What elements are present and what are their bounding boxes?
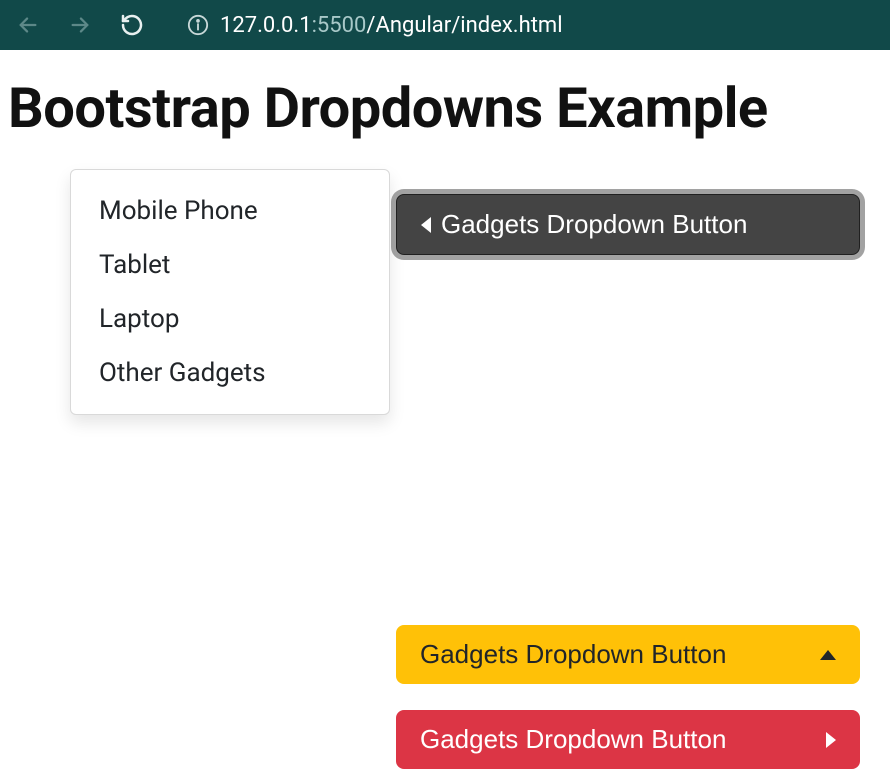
button-stack: Gadgets Dropdown Button Gadgets Dropdown… [396, 194, 860, 769]
caret-right-icon [826, 732, 836, 748]
dropdown-menu[interactable]: Mobile Phone Tablet Laptop Other Gadgets [70, 169, 390, 415]
gadgets-dropdown-dark-button[interactable]: Gadgets Dropdown Button [396, 194, 860, 255]
gadgets-dropdown-warning-button[interactable]: Gadgets Dropdown Button [396, 625, 860, 684]
url-port: :5500 [312, 13, 367, 38]
url-host: 127.0.0.1 [220, 13, 312, 38]
url-text: 127.0.0.1:5500/Angular/index.html [220, 13, 563, 38]
forward-button[interactable] [62, 7, 98, 43]
dropdown-item[interactable]: Mobile Phone [71, 184, 389, 238]
dropdown-item[interactable]: Tablet [71, 238, 389, 292]
bottom-button-group: Gadgets Dropdown Button Gadgets Dropdown… [396, 625, 860, 769]
arrow-right-icon [69, 14, 91, 36]
button-label: Gadgets Dropdown Button [441, 209, 747, 240]
page-title: Bootstrap Dropdowns Example [8, 75, 882, 141]
dropdown-item[interactable]: Laptop [71, 292, 389, 346]
button-label: Gadgets Dropdown Button [420, 724, 726, 755]
back-button[interactable] [10, 7, 46, 43]
site-info-icon[interactable] [186, 13, 210, 37]
refresh-icon [120, 13, 144, 37]
refresh-button[interactable] [114, 7, 150, 43]
caret-left-icon [421, 217, 431, 233]
browser-toolbar: 127.0.0.1:5500/Angular/index.html [0, 0, 890, 50]
gadgets-dropdown-danger-button[interactable]: Gadgets Dropdown Button [396, 710, 860, 769]
address-bar[interactable]: 127.0.0.1:5500/Angular/index.html [186, 13, 563, 38]
button-label: Gadgets Dropdown Button [420, 639, 726, 670]
dropdown-item[interactable]: Other Gadgets [71, 346, 389, 400]
url-path: /Angular/index.html [366, 13, 562, 38]
info-icon [187, 14, 209, 36]
caret-up-icon [820, 650, 836, 660]
page-body: Bootstrap Dropdowns Example Mobile Phone… [0, 50, 890, 440]
arrow-left-icon [17, 14, 39, 36]
